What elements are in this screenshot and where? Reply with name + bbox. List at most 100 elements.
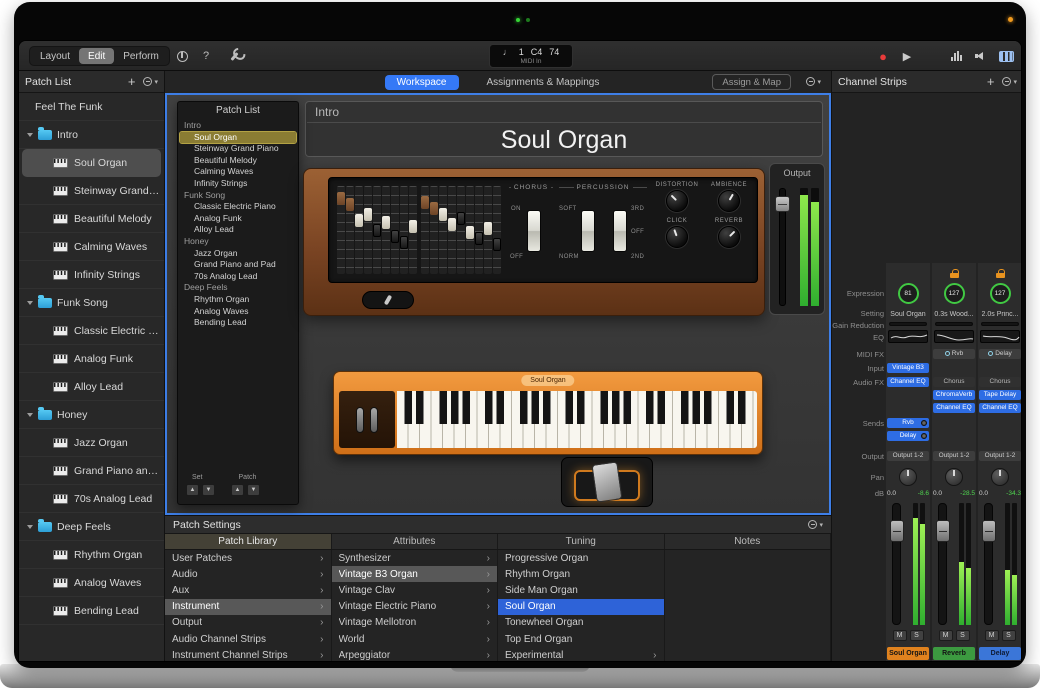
add-patch-button[interactable]: + bbox=[128, 77, 136, 87]
expression-knob[interactable]: 127 bbox=[944, 283, 965, 304]
audio-fx-slot[interactable]: Channel EQ bbox=[979, 403, 1021, 413]
record-button[interactable]: ● bbox=[873, 46, 893, 66]
mute-icon[interactable] bbox=[971, 47, 989, 65]
patch-row[interactable]: 70s Analog Lead bbox=[19, 485, 164, 513]
disclosure-triangle-icon[interactable] bbox=[27, 301, 33, 305]
audio-fx-slot[interactable]: Chorus bbox=[979, 377, 1021, 387]
output-slot[interactable]: Output 1-2 bbox=[933, 451, 975, 461]
mute-button[interactable]: M bbox=[893, 630, 907, 641]
bus-input-slot[interactable]: Rvb bbox=[933, 349, 975, 359]
patch-row[interactable]: Jazz Organ bbox=[19, 429, 164, 457]
pitch-wheel[interactable] bbox=[356, 407, 364, 433]
volume-fader[interactable] bbox=[938, 503, 947, 625]
distortion-knob[interactable] bbox=[666, 190, 688, 212]
lock-icon[interactable] bbox=[996, 269, 1005, 278]
tuner-icon[interactable] bbox=[173, 47, 191, 65]
drawbar[interactable] bbox=[400, 186, 408, 274]
set-up-button[interactable]: ▲ bbox=[186, 484, 199, 496]
drawbar[interactable] bbox=[439, 186, 447, 274]
audio-fx-slot[interactable]: ChromaVerb bbox=[933, 390, 975, 400]
percussion-soft-switch[interactable] bbox=[581, 210, 595, 252]
library-row[interactable]: Output› bbox=[165, 615, 331, 631]
overlay-set-row[interactable]: Deep Feels bbox=[178, 282, 298, 294]
patch-row[interactable]: Bending Lead bbox=[19, 597, 164, 625]
assign-map-button[interactable]: Assign & Map bbox=[712, 74, 791, 90]
patch-list-action-menu[interactable]: ▾ bbox=[143, 77, 158, 86]
patch-row[interactable]: Analog Waves bbox=[19, 569, 164, 597]
audio-fx-slot[interactable]: Channel EQ bbox=[933, 403, 975, 413]
patch-list-screen-control[interactable]: Patch List Intro Soul Organ Steinway Gra… bbox=[177, 101, 299, 505]
set-row[interactable]: Honey bbox=[19, 401, 164, 429]
overlay-patch-row[interactable]: Analog Funk bbox=[178, 213, 298, 225]
overlay-patch-row[interactable]: Calming Waves bbox=[178, 166, 298, 178]
setting-name[interactable]: Soul Organ bbox=[890, 311, 925, 318]
tab-notes[interactable]: Notes bbox=[665, 534, 832, 549]
strip-name-plate[interactable]: Reverb bbox=[933, 647, 975, 660]
drawbar[interactable] bbox=[457, 186, 465, 274]
audio-fx-slot[interactable]: Tape Delay bbox=[979, 390, 1021, 400]
library-row[interactable]: Vintage Electric Piano› bbox=[332, 599, 498, 615]
chorus-switch[interactable] bbox=[527, 210, 541, 252]
overlay-patch-row[interactable]: Classic Electric Piano bbox=[178, 201, 298, 213]
overlay-patch-row[interactable]: Alloy Lead bbox=[178, 224, 298, 236]
solo-button[interactable]: S bbox=[1002, 630, 1016, 641]
play-button[interactable]: ▶ bbox=[897, 46, 917, 66]
rotary-speed-switch[interactable] bbox=[362, 291, 414, 309]
overlay-set-row[interactable]: Honey bbox=[178, 236, 298, 248]
eq-thumbnail[interactable] bbox=[980, 330, 1020, 343]
send-slot[interactable]: Rvb bbox=[887, 418, 929, 428]
mod-wheel[interactable] bbox=[370, 407, 378, 433]
tab-tuning[interactable]: Tuning bbox=[498, 534, 665, 549]
overlay-patch-row[interactable]: Jazz Organ bbox=[178, 248, 298, 260]
eq-thumbnail[interactable] bbox=[934, 330, 974, 343]
drawbar[interactable] bbox=[409, 186, 417, 274]
patch-settings-action-menu[interactable]: ▾ bbox=[808, 520, 823, 529]
workspace-canvas[interactable]: Intro Soul Organ Patch List Intro Soul O… bbox=[165, 93, 831, 515]
lock-icon[interactable] bbox=[950, 269, 959, 278]
overlay-patch-row[interactable]: Infinity Strings bbox=[178, 178, 298, 190]
bus-input-slot[interactable]: Delay bbox=[979, 349, 1021, 359]
fader-handle[interactable] bbox=[936, 520, 950, 542]
mute-button[interactable]: M bbox=[985, 630, 999, 641]
disclosure-triangle-icon[interactable] bbox=[27, 133, 33, 137]
patch-row[interactable]: Alloy Lead bbox=[19, 373, 164, 401]
tab-patch-library[interactable]: Patch Library bbox=[165, 534, 332, 549]
drawbar[interactable] bbox=[337, 186, 345, 274]
volume-fader[interactable] bbox=[892, 503, 901, 625]
ambience-knob[interactable] bbox=[718, 190, 740, 212]
audio-fx-slot[interactable]: Chorus bbox=[933, 377, 975, 387]
help-icon[interactable]: ? bbox=[197, 47, 215, 65]
output-fader-handle[interactable] bbox=[775, 196, 790, 212]
wrench-icon[interactable] bbox=[225, 47, 243, 65]
library-row[interactable]: Rhythm Organ bbox=[498, 566, 664, 582]
strip-name-plate[interactable]: Delay bbox=[979, 647, 1021, 660]
overlay-set-row[interactable]: Intro bbox=[178, 120, 298, 132]
strip-name-plate[interactable]: Soul Organ bbox=[887, 647, 929, 660]
master-levels-icon[interactable] bbox=[947, 47, 965, 65]
set-row[interactable]: Funk Song bbox=[19, 289, 164, 317]
pedal-foot[interactable] bbox=[591, 461, 622, 502]
library-row-selected[interactable]: Soul Organ bbox=[498, 599, 664, 615]
setting-name[interactable]: 2.0s Princ... bbox=[982, 311, 1019, 318]
drawbar[interactable] bbox=[466, 186, 474, 274]
overlay-patch-row[interactable]: 70s Analog Lead bbox=[178, 271, 298, 283]
setting-name[interactable]: 0.3s Wood... bbox=[934, 311, 973, 318]
pan-knob[interactable] bbox=[899, 468, 917, 486]
overlay-patch-row[interactable]: Steinway Grand Piano bbox=[178, 143, 298, 155]
percussion-harmonic-switch[interactable] bbox=[613, 210, 627, 252]
patch-down-button[interactable]: ▼ bbox=[247, 484, 260, 496]
library-row[interactable]: Experimental› bbox=[498, 647, 664, 662]
library-row[interactable]: Instrument Channel Strips› bbox=[165, 647, 331, 662]
overlay-patch-row[interactable]: Analog Waves bbox=[178, 306, 298, 318]
patch-row[interactable]: Calming Waves bbox=[19, 233, 164, 261]
overlay-patch-row-selected[interactable]: Soul Organ bbox=[180, 132, 296, 144]
send-level-knob[interactable] bbox=[921, 433, 927, 439]
library-row[interactable]: Top End Organ bbox=[498, 631, 664, 647]
drawbar[interactable] bbox=[346, 186, 354, 274]
layout-mode-button[interactable]: Layout bbox=[31, 48, 79, 64]
patch-row[interactable]: Grand Piano and Pad bbox=[19, 457, 164, 485]
library-row[interactable]: Audio› bbox=[165, 566, 331, 582]
library-row[interactable]: Vintage Clav› bbox=[332, 582, 498, 598]
tab-attributes[interactable]: Attributes bbox=[332, 534, 499, 549]
patch-row[interactable]: Beautiful Melody bbox=[19, 205, 164, 233]
